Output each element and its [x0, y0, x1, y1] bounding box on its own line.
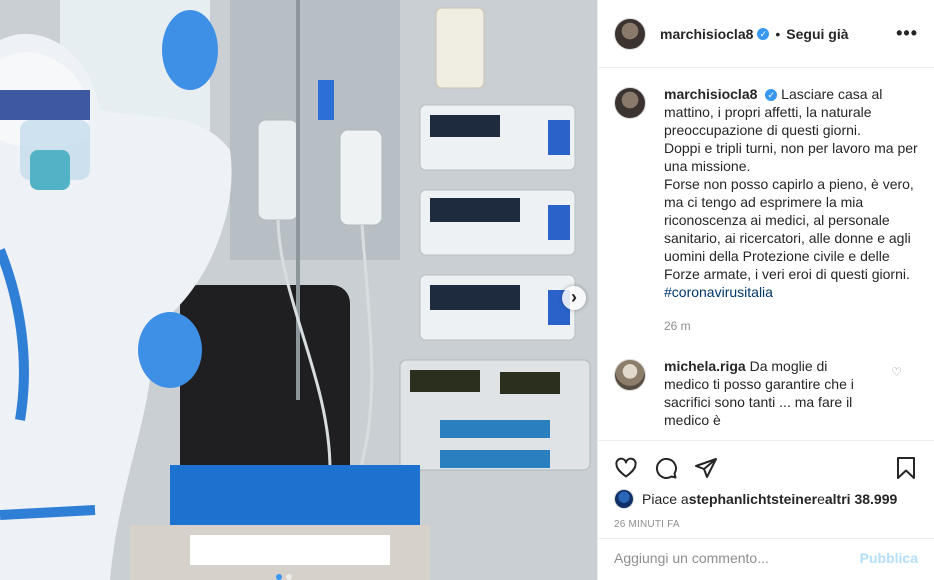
add-comment-bar: Pubblica: [598, 538, 934, 576]
slide-dot-active: [276, 574, 282, 580]
post-panel: marchisiocla8 ✓ • Segui già ••• marchisi…: [597, 0, 934, 580]
action-bar: [598, 441, 934, 487]
hashtag-link[interactable]: #coronavirusitalia: [664, 284, 773, 300]
liker-avatar[interactable]: [614, 489, 634, 509]
avatar[interactable]: [614, 17, 646, 50]
slide-dot: [286, 574, 292, 580]
more-icon[interactable]: •••: [896, 23, 918, 44]
caption-username[interactable]: marchisiocla8: [664, 86, 757, 102]
next-slide-button[interactable]: ›: [562, 286, 586, 310]
comment-input[interactable]: [614, 549, 860, 566]
post-timestamp: 26 MINUTI FA: [614, 519, 680, 530]
following-button[interactable]: Segui già: [786, 26, 848, 42]
avatar[interactable]: [614, 87, 646, 119]
caption-time: 26 m: [664, 319, 691, 333]
chevron-right-icon: ›: [571, 287, 577, 307]
caption: marchisiocla8 ✓ Lasciare casa al mattino…: [614, 85, 918, 335]
caption-body: marchisiocla8 ✓ Lasciare casa al mattino…: [664, 85, 918, 335]
likes-prefix: Piace a: [642, 491, 689, 507]
liker-username[interactable]: stephanlichtsteiner: [689, 491, 817, 507]
comment-icon[interactable]: [654, 456, 678, 480]
publish-button[interactable]: Pubblica: [860, 550, 918, 566]
comment-body: michela.riga Da moglie di medico ti poss…: [664, 357, 874, 429]
post-media[interactable]: ›: [0, 0, 597, 580]
hospital-photo: [0, 0, 597, 580]
heart-icon[interactable]: [614, 456, 638, 480]
like-comment-heart-icon[interactable]: ♡: [891, 365, 902, 379]
likes-count-link[interactable]: altri 38.999: [825, 491, 897, 507]
share-icon[interactable]: [694, 456, 718, 480]
comment-username[interactable]: michela.riga: [664, 358, 746, 374]
post-header: marchisiocla8 ✓ • Segui già •••: [598, 0, 934, 68]
likes-summary: Piace a stephanlichtsteiner e altri 38.9…: [598, 487, 934, 511]
caption-text: Lasciare casa al mattino, i propri affet…: [664, 86, 918, 282]
comments-list[interactable]: marchisiocla8 ✓ Lasciare casa al mattino…: [598, 69, 934, 440]
verified-icon: ✓: [765, 89, 778, 102]
comment: michela.riga Da moglie di medico ti poss…: [614, 357, 918, 429]
verified-icon: ✓: [757, 27, 770, 40]
avatar[interactable]: [614, 359, 646, 391]
bookmark-icon[interactable]: [894, 456, 918, 480]
likes-middle: e: [817, 491, 825, 507]
author-username[interactable]: marchisiocla8: [660, 26, 753, 42]
post-actions: Piace a stephanlichtsteiner e altri 38.9…: [598, 440, 934, 576]
slide-indicator: [276, 574, 292, 580]
separator: •: [775, 25, 781, 42]
